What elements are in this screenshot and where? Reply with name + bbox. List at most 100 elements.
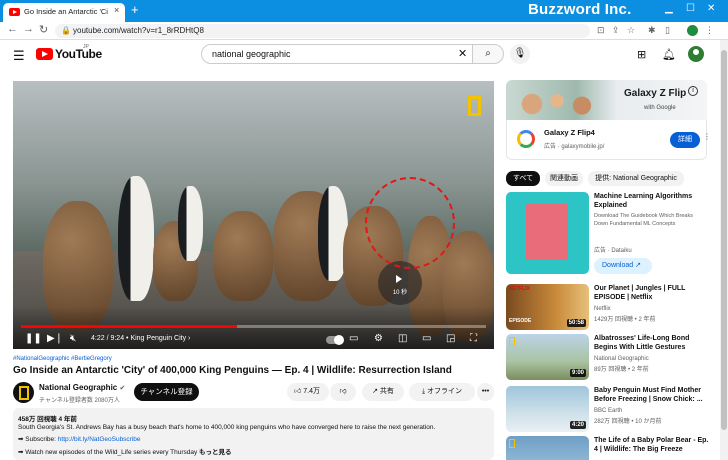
recommendation-ad[interactable]: Machine Learning Algorithms Explained Do… bbox=[506, 192, 716, 280]
search-button[interactable]: ⌕ bbox=[472, 44, 504, 64]
pause-icon[interactable]: ❚❚ bbox=[25, 333, 42, 344]
rec-title[interactable]: Machine Learning Algorithms Explained bbox=[594, 192, 712, 210]
settings-gear-icon[interactable]: ⚙ bbox=[374, 333, 383, 344]
share-button[interactable]: ↗ 共有 bbox=[362, 383, 404, 401]
thumbs-down-icon: 👎︎ bbox=[339, 388, 347, 395]
profile-avatar[interactable] bbox=[687, 25, 698, 36]
video-thumbnail[interactable]: NETFLIX EPISODE 50:58 bbox=[506, 284, 589, 330]
rec-title[interactable]: The Life of a Baby Polar Bear - Ep. 4 | … bbox=[594, 436, 712, 454]
video-thumbnail[interactable] bbox=[506, 436, 589, 460]
reload-icon[interactable]: ↻ bbox=[39, 23, 48, 36]
video-title: Go Inside an Antarctic 'City' of 400,000… bbox=[13, 365, 452, 376]
chapter-label[interactable]: • King Penguin City bbox=[126, 335, 186, 342]
chip-all[interactable]: すべて bbox=[506, 171, 540, 186]
extensions-icon[interactable]: ✱ bbox=[648, 25, 656, 36]
subtitles-icon[interactable]: ▭ bbox=[349, 333, 358, 344]
progress-bar[interactable] bbox=[21, 325, 486, 328]
subscribe-link[interactable]: http://bit.ly/NatGeoSubscribe bbox=[58, 436, 141, 443]
chip-related[interactable]: 関連動画 bbox=[545, 171, 583, 186]
theater-mode-icon[interactable]: ▭ bbox=[422, 333, 431, 344]
hashtags[interactable]: #NationalGeographic #BertieGregory bbox=[13, 356, 112, 362]
download-button[interactable]: Download ↗ bbox=[594, 258, 652, 274]
rec-channel[interactable]: Netflix bbox=[594, 306, 611, 312]
rec-views: 282万 回視聴 • 10 か月前 bbox=[594, 419, 662, 425]
menu-icon[interactable]: ☰ bbox=[13, 48, 25, 64]
offline-download-button[interactable]: ⤓ オフライン bbox=[409, 383, 475, 401]
like-count: 7.4万 bbox=[303, 388, 321, 395]
page-scrollbar[interactable] bbox=[720, 40, 728, 460]
recommendation-item[interactable]: 9:00 Albatrosses' Life-Long Bond Begins … bbox=[506, 334, 716, 380]
chip-national-geographic[interactable]: 提供: National Geographic bbox=[588, 171, 684, 186]
close-window-icon[interactable]: ✕ bbox=[707, 3, 715, 14]
show-more-button[interactable]: もっと見る bbox=[199, 449, 232, 456]
highlight-circle bbox=[365, 177, 455, 269]
video-thumbnail[interactable]: 9:00 bbox=[506, 334, 589, 380]
next-video-icon[interactable]: ▶❘ bbox=[47, 333, 63, 344]
recommendation-item[interactable]: 4:20 Baby Penguin Must Find Mother Befor… bbox=[506, 386, 716, 432]
search-input[interactable]: national geographic ✕ bbox=[201, 44, 473, 64]
watermark: Buzzword Inc. bbox=[528, 1, 632, 18]
youtube-logo-icon[interactable] bbox=[36, 48, 53, 60]
rec-title[interactable]: Our Planet | Jungles | FULL EPISODE | Ne… bbox=[594, 284, 712, 302]
ad-info-icon[interactable]: i bbox=[688, 86, 698, 96]
microphone-icon: 🎙 bbox=[513, 48, 527, 59]
recommendation-item[interactable]: The Life of a Baby Polar Bear - Ep. 4 | … bbox=[506, 436, 716, 460]
ad-title[interactable]: Galaxy Z Flip4 bbox=[544, 128, 595, 137]
rec-channel[interactable]: BBC Earth bbox=[594, 408, 622, 414]
thumbs-up-icon: 👍︎ bbox=[294, 388, 302, 395]
scrollbar-thumb[interactable] bbox=[721, 50, 727, 430]
search-value: national geographic bbox=[212, 49, 291, 59]
rec-title[interactable]: Baby Penguin Must Find Mother Before Fre… bbox=[594, 386, 712, 404]
back-icon[interactable]: ← bbox=[7, 23, 18, 35]
ad-with-google: with Google bbox=[644, 105, 676, 111]
subscribe-button[interactable]: チャンネル登録 bbox=[134, 383, 199, 401]
notifications-bell-icon[interactable]: 🔔︎ bbox=[662, 48, 676, 61]
browser-menu-icon[interactable]: ⋮ bbox=[705, 25, 714, 36]
open-external-icon: ↗ bbox=[635, 262, 641, 269]
ad-details-button[interactable]: 詳細 bbox=[670, 132, 700, 148]
bookmark-star-icon[interactable]: ☆ bbox=[627, 25, 635, 36]
ad-thumbnail[interactable] bbox=[506, 192, 589, 274]
share-icon[interactable]: ⇪ bbox=[612, 25, 620, 36]
browser-tab-bar: Go Inside an Antarctic 'City' of 40 × + … bbox=[0, 0, 728, 22]
ad-more-icon[interactable]: ⋮ bbox=[703, 132, 711, 141]
cast-icon[interactable]: ◲ bbox=[446, 333, 455, 344]
url-field[interactable]: 🔒 youtube.com/watch?v=r1_8rRDHtQ8 bbox=[55, 24, 590, 38]
maximize-icon[interactable]: ☐ bbox=[686, 3, 695, 14]
miniplayer-icon[interactable]: ◫ bbox=[398, 333, 407, 344]
ad-sponsor: 広告 · galaxymobile.jp/ bbox=[544, 144, 605, 150]
rec-title[interactable]: Albatrosses' Life-Long Bond Begins With … bbox=[594, 334, 712, 352]
side-panel-icon[interactable]: ▯ bbox=[665, 25, 670, 36]
mute-icon[interactable]: 🔇︎ bbox=[70, 333, 76, 344]
forward-icon[interactable]: → bbox=[23, 23, 34, 35]
dislike-button[interactable]: 👎︎ bbox=[330, 383, 356, 401]
ad-body: Galaxy Z Flip4 広告 · galaxymobile.jp/ 詳細 … bbox=[506, 120, 711, 160]
progress-bar-played bbox=[21, 325, 238, 328]
url-text: youtube.com/watch?v=r1_8rRDHtQ8 bbox=[73, 26, 204, 35]
verified-icon: ✔ bbox=[119, 385, 126, 392]
new-tab-button[interactable]: + bbox=[131, 2, 139, 18]
youtube-logo-text[interactable]: YouTube bbox=[55, 47, 102, 61]
video-thumbnail[interactable]: 4:20 bbox=[506, 386, 589, 432]
rec-channel[interactable]: National Geographic bbox=[594, 356, 649, 362]
create-video-icon[interactable]: ⊞ bbox=[637, 48, 646, 61]
channel-name-text[interactable]: National Geographic bbox=[39, 383, 117, 392]
autoplay-toggle[interactable] bbox=[326, 335, 344, 345]
tab-close-icon[interactable]: × bbox=[114, 5, 119, 15]
fullscreen-icon[interactable]: ⛶ bbox=[470, 333, 477, 344]
ad-banner-image[interactable]: Galaxy Z Flip with Google i bbox=[506, 80, 707, 120]
clear-search-icon[interactable]: ✕ bbox=[458, 47, 467, 60]
browser-tab[interactable]: Go Inside an Antarctic 'City' of 40 × bbox=[3, 3, 125, 22]
account-avatar[interactable] bbox=[688, 46, 704, 62]
install-icon[interactable]: ⊡ bbox=[597, 25, 605, 36]
ad-card[interactable]: Galaxy Z Flip with Google i Galaxy Z Fli… bbox=[506, 80, 711, 160]
minimize-icon[interactable]: ▁ bbox=[665, 3, 673, 14]
channel-name[interactable]: National Geographic ✔ bbox=[39, 383, 125, 392]
google-logo-icon bbox=[517, 130, 535, 148]
recommendation-item[interactable]: NETFLIX EPISODE 50:58 Our Planet | Jungl… bbox=[506, 284, 716, 330]
channel-avatar[interactable] bbox=[13, 382, 34, 403]
voice-search-button[interactable]: 🎙 bbox=[510, 44, 530, 64]
description-box[interactable]: 458万 回視聴 4 年前 South Georgia's St. Andrew… bbox=[13, 408, 494, 460]
more-actions-button[interactable]: ••• bbox=[477, 383, 494, 401]
like-button[interactable]: 👍︎ 7.4万 bbox=[287, 383, 329, 401]
